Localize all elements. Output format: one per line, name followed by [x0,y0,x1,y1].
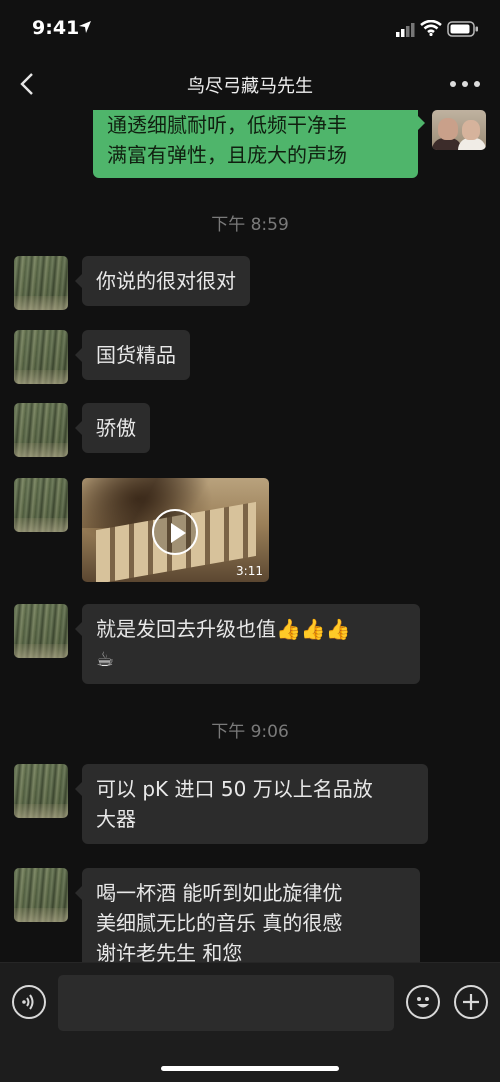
message-line: 满富有弹性，且庞大的声场 [107,143,347,167]
emoji-icon[interactable] [406,985,440,1019]
wifi-icon [420,20,442,36]
contact-avatar[interactable] [14,330,68,384]
message-line: 美细腻无比的音乐 真的很感 [96,911,343,935]
battery-icon [447,21,478,37]
message-line: 可以 pK 进口 50 万以上名品放 [96,777,373,801]
message-bubble[interactable]: 国货精品 [75,330,190,380]
play-icon[interactable] [152,509,198,555]
plus-icon[interactable] [454,985,488,1019]
timestamp: 下午 8:59 [211,215,289,235]
message-text: 国货精品 [96,343,176,367]
message-line: 大器 [96,807,136,831]
video-duration: 3:11 [236,564,263,578]
chat-title: 鸟尽弓藏马先生 [187,76,313,97]
message-self[interactable]: 通透细腻耐听，低频干净丰 满富有弹性，且庞大的声场 [93,110,425,178]
message-bubble[interactable]: 可以 pK 进口 50 万以上名品放 大器 [75,764,428,844]
home-indicator[interactable] [161,1066,339,1071]
contact-avatar[interactable] [14,868,68,922]
message-text: 骄傲 [96,416,136,440]
nav-bar: 鸟尽弓藏马先生 [0,58,500,110]
contact-avatar[interactable] [14,604,68,658]
message-line: 谢许老先生 和您 [96,941,243,962]
message-bubble[interactable]: 就是发回去升级也值👍👍👍 ☕ [75,604,420,684]
message-line: 喝一杯酒 能听到如此旋律优 [96,881,343,905]
contact-avatar[interactable] [14,478,68,532]
location-arrow-icon [79,21,91,33]
message-bubble[interactable]: 骄傲 [75,403,150,453]
message-bubble[interactable]: 你说的很对很对 [75,256,250,306]
chat-area[interactable]: 通透细腻耐听，低频干净丰 满富有弹性，且庞大的声场 下午 8:59 你说的很对很… [0,110,500,962]
contact-avatar[interactable] [14,403,68,457]
contact-avatar[interactable] [14,764,68,818]
message-line: ☕ [96,647,114,671]
signal-icon [396,23,415,37]
more-dots-icon[interactable] [450,74,480,94]
status-bar: 9:41 [0,0,500,58]
video-message[interactable]: 3:11 [82,478,269,582]
status-time: 9:41 [32,17,80,39]
message-text: 你说的很对很对 [96,269,236,293]
input-bar [0,962,500,1082]
message-bubble[interactable]: 喝一杯酒 能听到如此旋律优 美细腻无比的音乐 真的很感 谢许老先生 和您 [75,868,420,962]
self-avatar[interactable] [432,110,486,150]
message-line: 就是发回去升级也值👍👍👍 [96,617,351,641]
contact-avatar[interactable] [14,256,68,310]
voice-icon[interactable] [12,985,46,1019]
message-line: 通透细腻耐听，低频干净丰 [107,113,347,137]
message-input[interactable] [58,975,394,1031]
timestamp: 下午 9:06 [211,722,289,742]
